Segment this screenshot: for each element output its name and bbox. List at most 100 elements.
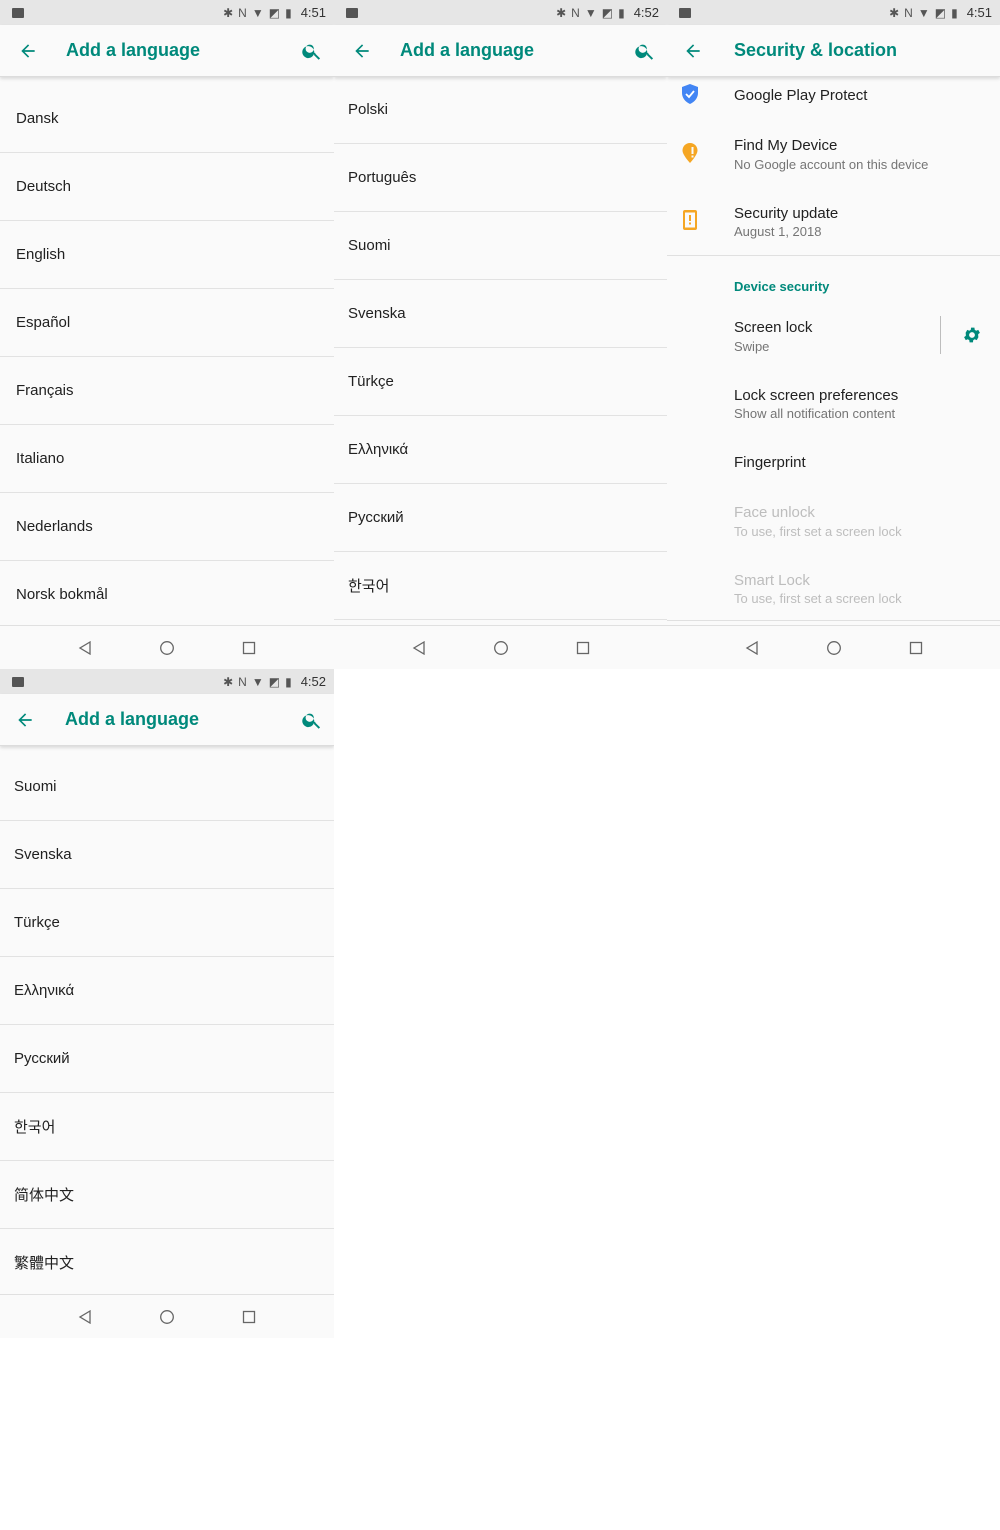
nav-back-icon[interactable] bbox=[73, 1305, 97, 1329]
status-bar: ✱ N ▼ ◩ ▮ 4:51 bbox=[0, 0, 334, 25]
nav-back-icon[interactable] bbox=[407, 636, 431, 660]
page-title: Add a language bbox=[66, 40, 201, 60]
language-item[interactable]: Italiano bbox=[0, 425, 334, 493]
status-time: 4:51 bbox=[300, 5, 326, 20]
no-signal-icon: ◩ bbox=[268, 674, 281, 689]
image-notification-icon bbox=[679, 7, 691, 18]
search-icon[interactable] bbox=[623, 29, 667, 73]
page-title: Security & location bbox=[734, 40, 898, 60]
language-item[interactable]: Suomi bbox=[334, 212, 667, 280]
status-bar: ✱ N ▼ ◩ ▮ 4:52 bbox=[0, 669, 334, 694]
nav-home-icon[interactable] bbox=[155, 1305, 179, 1329]
item-subtitle: To use, first set a screen lock bbox=[734, 524, 902, 539]
navigation-bar bbox=[0, 1294, 334, 1338]
status-bar: ✱ N ▼ ◩ ▮ 4:52 bbox=[334, 0, 667, 25]
wifi-icon: ▼ bbox=[251, 5, 264, 20]
language-item[interactable]: 繁體中文 bbox=[0, 1229, 334, 1297]
find-my-device-item[interactable]: Find My Device No Google account on this… bbox=[667, 128, 1000, 184]
language-item[interactable]: Ελληνικά bbox=[0, 957, 334, 1025]
language-screen-3: ✱ N ▼ ◩ ▮ 4:52 Add a language Suomi Sven… bbox=[0, 669, 334, 1338]
nav-back-icon[interactable] bbox=[740, 636, 764, 660]
item-subtitle: To use, first set a screen lock bbox=[734, 591, 902, 606]
app-bar: Add a language bbox=[334, 25, 667, 77]
battery-icon: ▮ bbox=[951, 5, 958, 20]
navigation-bar bbox=[0, 625, 334, 669]
nav-back-icon[interactable] bbox=[73, 636, 97, 660]
image-notification-icon bbox=[12, 7, 24, 18]
item-title: Security update bbox=[734, 205, 839, 222]
nav-home-icon[interactable] bbox=[822, 636, 846, 660]
back-arrow-icon[interactable] bbox=[0, 694, 50, 746]
status-bar: ✱ N ▼ ◩ ▮ 4:51 bbox=[667, 0, 1000, 25]
vertical-separator bbox=[940, 316, 941, 354]
no-signal-icon: ◩ bbox=[268, 5, 281, 20]
battery-icon: ▮ bbox=[285, 5, 292, 20]
item-title: Screen lock bbox=[734, 319, 813, 336]
language-item[interactable]: 한국어 bbox=[334, 552, 667, 620]
app-bar: Security & location bbox=[667, 25, 1000, 77]
language-screen-1: ✱ N ▼ ◩ ▮ 4:51 Add a language Dansk Deut… bbox=[0, 0, 334, 669]
language-item[interactable]: Türkçe bbox=[0, 889, 334, 957]
nfc-icon: N bbox=[904, 5, 913, 20]
nav-recents-icon[interactable] bbox=[571, 636, 595, 660]
bluetooth-icon: ✱ bbox=[223, 674, 234, 689]
language-item[interactable]: Nederlands bbox=[0, 493, 334, 561]
language-item[interactable]: 한국어 bbox=[0, 1093, 334, 1161]
bluetooth-icon: ✱ bbox=[223, 5, 234, 20]
back-arrow-icon[interactable] bbox=[667, 25, 719, 77]
language-item[interactable]: Português bbox=[334, 144, 667, 212]
page-title: Add a language bbox=[65, 709, 200, 729]
no-signal-icon: ◩ bbox=[601, 5, 614, 20]
language-item[interactable]: Polski bbox=[334, 76, 667, 144]
location-alert-icon bbox=[679, 142, 701, 164]
google-play-protect-item[interactable]: Google Play Protect bbox=[667, 80, 1000, 120]
language-item[interactable]: Ελληνικά bbox=[334, 416, 667, 484]
bluetooth-icon: ✱ bbox=[556, 5, 567, 20]
language-item[interactable]: Suomi bbox=[0, 753, 334, 821]
nav-home-icon[interactable] bbox=[155, 636, 179, 660]
screen-lock-item[interactable]: Screen lock Swipe bbox=[667, 311, 1000, 365]
language-item[interactable]: Español bbox=[0, 289, 334, 357]
lock-screen-preferences-item[interactable]: Lock screen preferences Show all notific… bbox=[667, 379, 1000, 433]
back-arrow-icon[interactable] bbox=[334, 25, 390, 77]
item-title: Find My Device bbox=[734, 137, 838, 154]
language-item[interactable]: Svenska bbox=[0, 821, 334, 889]
app-bar: Add a language bbox=[0, 694, 334, 746]
nfc-icon: N bbox=[238, 5, 247, 20]
nav-recents-icon[interactable] bbox=[904, 636, 928, 660]
back-arrow-icon[interactable] bbox=[0, 25, 56, 77]
language-item[interactable]: 简体中文 bbox=[0, 1161, 334, 1229]
phone-alert-icon bbox=[679, 209, 701, 231]
security-update-item[interactable]: Security update August 1, 2018 bbox=[667, 196, 1000, 252]
shield-check-icon bbox=[679, 83, 701, 105]
search-icon[interactable] bbox=[290, 29, 334, 73]
language-screen-2: ✱ N ▼ ◩ ▮ 4:52 Add a language Polski Por… bbox=[334, 0, 667, 669]
language-item[interactable]: Русский bbox=[0, 1025, 334, 1093]
language-item[interactable]: English bbox=[0, 221, 334, 289]
app-bar: Add a language bbox=[0, 25, 334, 77]
language-item[interactable]: Français bbox=[0, 357, 334, 425]
search-icon[interactable] bbox=[290, 698, 334, 742]
section-header: Device security bbox=[734, 279, 830, 294]
item-title: Smart Lock bbox=[734, 572, 810, 589]
nav-home-icon[interactable] bbox=[489, 636, 513, 660]
item-title: Fingerprint bbox=[734, 454, 806, 471]
nav-recents-icon[interactable] bbox=[237, 1305, 261, 1329]
nav-recents-icon[interactable] bbox=[237, 636, 261, 660]
language-item[interactable]: Deutsch bbox=[0, 153, 334, 221]
language-item[interactable]: Norsk bokmål bbox=[0, 561, 334, 629]
wifi-icon: ▼ bbox=[917, 5, 930, 20]
image-notification-icon bbox=[12, 676, 24, 687]
language-item[interactable]: Türkçe bbox=[334, 348, 667, 416]
item-subtitle: Swipe bbox=[734, 339, 770, 354]
language-item[interactable]: Svenska bbox=[334, 280, 667, 348]
nfc-icon: N bbox=[238, 674, 247, 689]
list-divider bbox=[667, 620, 1000, 621]
language-item[interactable]: Dansk bbox=[0, 85, 334, 153]
item-title: Face unlock bbox=[734, 504, 815, 521]
gear-icon[interactable] bbox=[960, 323, 984, 347]
wifi-icon: ▼ bbox=[584, 5, 597, 20]
language-list: Dansk Deutsch English Español Français I… bbox=[0, 85, 334, 629]
fingerprint-item[interactable]: Fingerprint bbox=[667, 446, 1000, 486]
language-item[interactable]: Русский bbox=[334, 484, 667, 552]
